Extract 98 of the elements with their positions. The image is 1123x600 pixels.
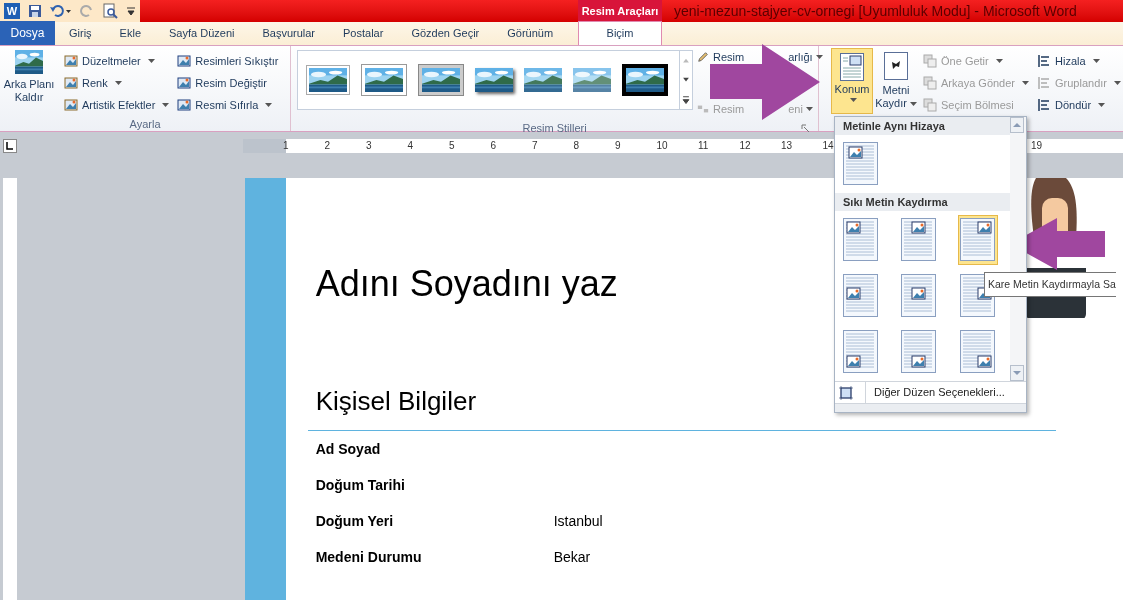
customize-toolbar-icon[interactable] xyxy=(126,5,136,17)
ruler-number: 7 xyxy=(532,141,538,151)
ribbon-tab[interactable]: Giriş xyxy=(55,21,106,45)
align-icon xyxy=(1037,76,1051,90)
ruler-number: 19 xyxy=(1031,141,1043,151)
adjust-icon xyxy=(64,76,78,90)
layers-icon xyxy=(923,98,938,112)
group-label: Resim Stilleri xyxy=(522,120,587,136)
wrap-layout-icon xyxy=(843,218,879,262)
undo-icon[interactable] xyxy=(50,4,72,18)
picture-border-button[interactable]: Resim xyxy=(697,51,745,63)
ribbon-tab[interactable]: Postalar xyxy=(329,21,398,45)
app-icon: W xyxy=(4,3,20,19)
ruler-number: 11 xyxy=(698,141,709,151)
wrap-layout-icon xyxy=(901,330,938,374)
layers-icon xyxy=(923,76,938,90)
save-icon[interactable] xyxy=(28,4,42,18)
caret-icon xyxy=(909,102,917,107)
layout-icon xyxy=(697,103,710,115)
caret-icon xyxy=(815,55,823,59)
dialog-launcher-icon[interactable] xyxy=(801,123,811,133)
wrap-layout-icon xyxy=(843,142,879,186)
ruler-number: 5 xyxy=(449,141,455,151)
ribbon-button[interactable]: Resim Değiştir xyxy=(175,72,281,94)
ruler-number: 1 xyxy=(283,141,289,151)
button-label-end: arlığı xyxy=(788,49,813,65)
ruler-number: 9 xyxy=(615,141,621,151)
wrap-layout-icon xyxy=(901,274,938,318)
position-button[interactable]: Konum xyxy=(831,48,874,114)
ruler-number: 8 xyxy=(573,141,580,151)
document-title: Adını Soyadını yaz xyxy=(315,266,618,302)
ribbon-button[interactable]: Döndür xyxy=(1035,94,1123,116)
picture-tool-icon xyxy=(177,76,192,90)
ribbon-tab[interactable]: Gözden Geçir xyxy=(397,21,494,45)
wrap-layout-icon xyxy=(843,274,879,318)
ribbon-tab[interactable]: Görünüm xyxy=(493,21,568,45)
ribbon-button[interactable]: Artistik Efektler xyxy=(62,94,172,116)
picture-style[interactable] xyxy=(361,64,408,96)
ruler-number: 2 xyxy=(324,141,331,151)
field-label: Medeni Durumu xyxy=(315,547,423,567)
contextual-tab-group: Resim Araçları xyxy=(578,0,662,22)
picture-style[interactable] xyxy=(418,64,465,96)
wrap-option[interactable] xyxy=(957,215,998,265)
field-label: Ad Soyad xyxy=(315,439,382,459)
wrap-layout-icon xyxy=(959,218,996,262)
section-heading: Kişisel Bilgiler xyxy=(315,388,477,414)
menu-resize-grip[interactable] xyxy=(835,403,1026,412)
align-icon xyxy=(1037,54,1051,68)
ribbon-button[interactable]: Düzeltmeler xyxy=(62,50,172,72)
picture-style[interactable] xyxy=(622,64,669,96)
ruler-number: 6 xyxy=(490,141,497,151)
adjust-icon xyxy=(64,54,78,68)
picture-tool-icon xyxy=(177,98,192,112)
menu-section-header: Metinle Aynı Hizaya xyxy=(835,117,1010,135)
ruler-number: 10 xyxy=(656,141,668,151)
wrap-layout-icon xyxy=(959,330,996,374)
ribbon-button[interactable]: Resimleri Sıkıştır xyxy=(175,50,281,72)
ruler-number: 14 xyxy=(822,141,834,151)
pencil-icon xyxy=(697,51,710,63)
layers-icon xyxy=(923,54,938,68)
button-label-end: eni xyxy=(788,101,803,117)
caret-icon xyxy=(805,107,813,111)
tooltip: Kare Metin Kaydırmayla Sa xyxy=(984,272,1116,297)
ribbon-button[interactable]: Hizala xyxy=(1035,50,1123,72)
field-value: Bekar xyxy=(553,547,591,567)
caret-icon xyxy=(850,97,858,102)
window-title: yeni-mezun-stajyer-cv-ornegi [Uyumluluk Modu] - Microsoft Word xyxy=(674,1,1077,21)
field-label: Doğum Tarihi xyxy=(315,475,406,495)
ruler-number: 3 xyxy=(366,141,372,151)
picture-style[interactable] xyxy=(306,65,351,95)
align-icon xyxy=(1037,98,1051,112)
picture-style[interactable] xyxy=(475,68,514,92)
scroll-up-icon[interactable] xyxy=(1010,117,1024,133)
remove-background-button[interactable]: Arka Planı Kaldır xyxy=(0,50,58,116)
wrap-layout-icon xyxy=(901,218,938,262)
ribbon-button[interactable]: Resmi Sıfırla xyxy=(175,94,281,116)
ruler-number: 12 xyxy=(739,141,751,151)
adjust-icon xyxy=(64,98,78,112)
layout-options-icon xyxy=(839,385,853,400)
tab-selector-icon[interactable] xyxy=(3,139,17,153)
ribbon-tab[interactable]: Sayfa Düzeni xyxy=(155,21,249,45)
wrap-text-icon xyxy=(884,52,909,80)
picture-tool-icon xyxy=(177,54,192,68)
ribbon-tab[interactable]: Biçim xyxy=(578,21,662,45)
ribbon-button[interactable]: Renk xyxy=(62,72,172,94)
position-icon xyxy=(840,53,865,81)
menu-section-header: Sıkı Metin Kaydırma xyxy=(835,193,1010,211)
print-preview-icon[interactable] xyxy=(102,3,118,19)
ruler-number: 4 xyxy=(407,141,414,151)
group-label: Ayarla xyxy=(128,117,162,132)
file-tab[interactable]: Dosya xyxy=(0,21,55,45)
field-value: Istanbul xyxy=(553,511,603,531)
ribbon-tab[interactable]: Başvurular xyxy=(248,21,330,45)
wrap-layout-icon xyxy=(843,330,879,374)
ribbon-tab[interactable]: Ekle xyxy=(105,21,155,45)
ruler-margin xyxy=(243,139,286,153)
ruler-number: 13 xyxy=(781,141,793,151)
field-label: Doğum Yeri xyxy=(315,511,395,531)
